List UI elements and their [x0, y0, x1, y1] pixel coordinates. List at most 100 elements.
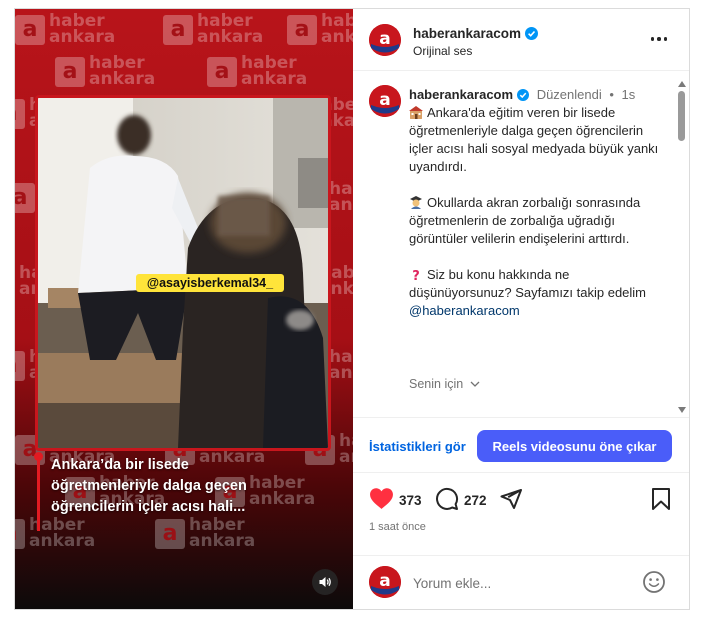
reel-media[interactable]: ahaberankaraahaberankaraahaberankaraahab…	[15, 9, 353, 609]
video-frame[interactable]: @asayisberkemal34_	[35, 95, 331, 451]
watermark-text: haberankara	[329, 179, 353, 215]
save-button[interactable]	[650, 487, 672, 516]
question-mark-emoji-icon: ?	[412, 269, 420, 281]
watermark-text: haberankara	[321, 11, 353, 47]
more-dot-icon	[657, 37, 661, 41]
caption-comment-header: haberankaracom Düzenlendi • 1s	[409, 87, 635, 102]
for-you-label[interactable]: Senin için	[409, 377, 463, 391]
watermark-logo: ahaberankara	[207, 55, 353, 91]
avatar[interactable]: a	[369, 85, 401, 117]
svg-text:a: a	[379, 571, 390, 591]
more-options-button[interactable]	[645, 29, 673, 49]
post-timestamp[interactable]: 1 saat önce	[369, 521, 426, 533]
add-comment-bar: a	[353, 555, 689, 609]
speaker-icon	[319, 577, 331, 587]
comments-scrollbar[interactable]	[675, 81, 687, 413]
school-emoji-icon	[409, 106, 423, 119]
boost-reel-button[interactable]: Reels videosunu öne çıkar	[477, 430, 672, 462]
watermark-text: haberankara	[49, 11, 116, 47]
video-still: @asayisberkemal34_	[38, 98, 328, 448]
comment-age[interactable]: 1s	[622, 87, 636, 102]
comment-button[interactable]	[435, 487, 459, 516]
scroll-up-arrow-icon[interactable]	[678, 81, 686, 87]
reel-post-modal: ahaberankaraahaberankaraahaberankaraahab…	[14, 8, 690, 610]
watermark-text: haberankara	[339, 431, 353, 467]
watermark-letter: a	[155, 519, 185, 549]
watermark-letter: a	[55, 57, 85, 87]
comments-count[interactable]: 272	[464, 493, 487, 508]
post-side-panel: a haberankaracom Orijinal ses a haberank…	[353, 9, 689, 609]
watermark-letter: a	[15, 351, 25, 381]
more-dot-icon	[650, 37, 655, 41]
watermark-logo: ahaberankara	[15, 13, 165, 49]
comment-username[interactable]: haberankaracom	[409, 87, 513, 102]
svg-text:a: a	[379, 29, 390, 49]
separator-dot: •	[609, 87, 614, 102]
brand-logo-icon: a	[369, 85, 401, 117]
paragraph-3-text: Siz bu konu hakkında ne düşünüyorsunuz? …	[409, 267, 647, 300]
video-caption: Ankara’da bir lisede öğretmenleriyle dal…	[51, 455, 331, 518]
watermark-letter: a	[207, 57, 237, 87]
verified-badge-icon	[517, 89, 530, 101]
heart-icon	[370, 488, 393, 509]
paragraph-2-text: Okullarda akran zorbalığı sonrasında öğr…	[409, 195, 641, 246]
edited-label: Düzenlendi	[536, 87, 602, 102]
likes-count[interactable]: 373	[399, 493, 422, 508]
smiley-icon	[643, 571, 665, 593]
caption-paragraph-2: Okullarda akran zorbalığı sonrasında öğr…	[409, 194, 661, 248]
caption-line-1: Ankara’da bir lisede	[51, 457, 189, 473]
verified-badge-icon	[525, 27, 539, 40]
watermark-logo: ahaberankara	[287, 13, 353, 49]
audio-label[interactable]: Orijinal ses	[413, 44, 472, 58]
engagement-row: 373 272	[353, 483, 689, 515]
brand-logo-icon: a	[369, 24, 401, 56]
watermark-text: haberankara	[241, 53, 308, 89]
view-insights-link[interactable]: İstatistikleri gör	[369, 439, 466, 454]
more-dot-icon	[663, 37, 668, 41]
paragraph-1-text: Ankara'da eğitim veren bir lisede öğretm…	[409, 105, 659, 174]
watermark-logo: ahaberankara	[155, 517, 305, 553]
share-button[interactable]	[499, 487, 523, 516]
chevron-down-icon	[470, 381, 480, 387]
svg-text:?: ?	[412, 269, 420, 281]
for-you-dropdown[interactable]: Senin için	[409, 377, 480, 391]
watermark-letter: a	[15, 183, 35, 213]
watermark-letter: a	[15, 15, 45, 45]
watermark-letter: a	[163, 15, 193, 45]
mention-link[interactable]: @haberankaracom	[409, 303, 520, 318]
video-tag: @asayisberkemal34_	[147, 276, 274, 290]
comments-section[interactable]: a haberankaracom Düzenlendi • 1s Ankara'…	[353, 71, 689, 417]
watermark-text: haberankara	[189, 515, 256, 551]
owner-actions-bar: İstatistikleri gör Reels videosunu öne ç…	[353, 417, 689, 473]
post-header: a haberankaracom Orijinal ses	[353, 9, 689, 71]
watermark-logo: ahaberankara	[15, 517, 145, 553]
caption-line	[37, 455, 40, 531]
comment-input[interactable]	[413, 573, 633, 593]
watermark-letter: a	[287, 15, 317, 45]
like-button[interactable]	[369, 487, 394, 515]
avatar[interactable]: a	[369, 566, 401, 598]
comment-bubble-icon	[436, 487, 459, 510]
caption-paragraph-3: ? Siz bu konu hakkında ne düşünüyorsunuz?…	[409, 266, 661, 320]
bookmark-icon	[652, 488, 670, 510]
username-text[interactable]: haberankaracom	[413, 26, 521, 41]
header-username[interactable]: haberankaracom	[413, 26, 539, 41]
watermark-logo: ahaberankara	[55, 55, 205, 91]
emoji-picker-button[interactable]	[642, 570, 666, 599]
scroll-thumb[interactable]	[678, 91, 685, 141]
mute-toggle-button[interactable]	[312, 569, 338, 595]
avatar[interactable]: a	[369, 24, 401, 56]
watermark-letter: a	[15, 519, 25, 549]
caption-paragraph-1: Ankara'da eğitim veren bir lisede öğretm…	[409, 104, 661, 176]
graduate-emoji-icon	[410, 196, 422, 209]
svg-text:a: a	[379, 90, 390, 110]
watermark-text: haberankara	[329, 347, 353, 383]
caption-line-3: öğrencilerin içler acısı hali...	[51, 499, 246, 515]
caption-line-2: öğretmenleriyle dalga geçen	[51, 478, 247, 494]
watermark-text: haberankara	[89, 53, 156, 89]
watermark-text: haberankara	[197, 11, 264, 47]
scroll-down-arrow-icon[interactable]	[678, 407, 686, 413]
caption-comment-body: Ankara'da eğitim veren bir lisede öğretm…	[409, 104, 661, 338]
paper-plane-icon	[500, 489, 522, 509]
brand-logo-icon: a	[369, 566, 401, 598]
